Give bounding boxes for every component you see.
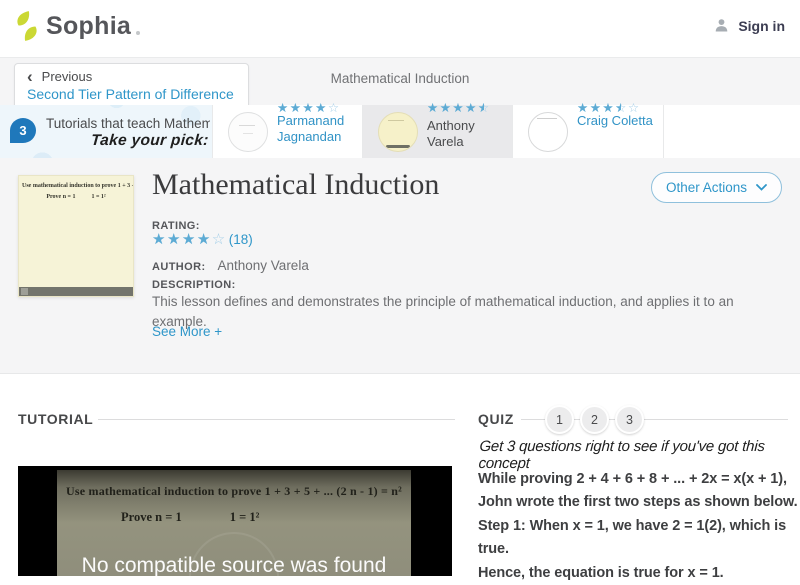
user-icon [713, 17, 730, 34]
avatar [228, 112, 268, 152]
description-label: DESCRIPTION: [152, 279, 236, 291]
tutorial-divider-line [98, 419, 455, 420]
lesson-navbar: ‹ Previous Second Tier Pattern of Differ… [0, 57, 800, 110]
quiz-question-line: Step 1: When x = 1, we have 2 = 1(2), wh… [478, 517, 787, 558]
author-label: AUTHOR: [152, 261, 206, 273]
tutorial-section-heading: TUTORIAL [18, 411, 94, 427]
tutorial-video-player[interactable]: Use mathematical induction to prove 1 + … [18, 466, 452, 576]
sign-in-button[interactable]: Sign in [713, 17, 785, 34]
page-header: Sophia Sign in [0, 0, 800, 57]
thumbnail-math-line1: Use mathematical induction to prove 1 + … [22, 183, 134, 189]
thumbnail-math-line2-right: 1 = 1² [91, 194, 106, 200]
avatar [528, 112, 568, 152]
chevron-down-icon [756, 184, 767, 191]
quiz-section-heading: QUIZ [478, 411, 514, 427]
quiz-tagline: Get 3 questions right to see if you've g… [478, 438, 766, 472]
video-math-line2-left: Prove n = 1 [121, 510, 182, 524]
star-rating: ☆☆☆☆☆★★★★★ [427, 101, 491, 115]
thumbnail-scrubber-handle [21, 288, 28, 295]
quiz-question: While proving 2 + 4 + 6 + 8 + ... + 2x =… [478, 468, 800, 585]
picker-heading: Tutorials that teach Mathematic [46, 116, 210, 131]
other-actions-button[interactable]: Other Actions [650, 172, 782, 203]
video-math-line1: Use mathematical induction to prove 1 + … [66, 484, 402, 498]
tutor-name: Anthony Varela [427, 118, 475, 150]
quiz-step-3: 3 [615, 405, 644, 434]
description-text: This lesson defines and demonstrates the… [152, 294, 734, 329]
tutor-picker-bar: 3 Tutorials that teach Mathematic Take y… [0, 101, 800, 159]
thumbnail-scrubber-bar [19, 287, 133, 296]
avatar [378, 112, 418, 152]
navbar-title: Mathematical Induction [330, 71, 470, 86]
sophia-logo[interactable]: Sophia [13, 10, 141, 42]
sophia-logo-text: Sophia [46, 11, 132, 40]
tutor-card-craig-coletta[interactable]: Craig Coletta ☆☆☆☆☆★★★★★ [512, 101, 664, 158]
quiz-step-1: 1 [545, 405, 574, 434]
other-actions-label: Other Actions [665, 180, 747, 195]
rating-count-link[interactable]: (18) [229, 232, 253, 247]
logo-trademark-dot [136, 31, 141, 35]
picker-tagline: Take your pick: [90, 132, 210, 149]
sign-in-label: Sign in [738, 17, 785, 34]
author-name: Anthony Varela [217, 258, 309, 273]
lesson-summary-panel: Use mathematical induction to prove 1 + … [0, 158, 800, 374]
lesson-star-rating: ☆☆☆☆☆★★★★★ [152, 231, 227, 248]
tutor-card-anthony-varela-selected[interactable]: Anthony Varela ☆☆☆☆☆★★★★★ [362, 101, 513, 158]
quiz-step-2: 2 [580, 405, 609, 434]
lesson-thumbnail[interactable]: Use mathematical induction to prove 1 + … [18, 175, 134, 297]
video-math-line2-right: 1 = 1² [229, 510, 260, 524]
see-more-link[interactable]: See More + [152, 324, 222, 339]
tutor-name[interactable]: Craig Coletta [577, 113, 661, 129]
star-rating: ☆☆☆☆☆★★★★★ [277, 101, 341, 115]
thumbnail-math-line2-left: Prove n = 1 [46, 194, 76, 200]
star-rating: ☆☆☆☆☆★★★★★ [577, 101, 641, 115]
previous-lesson-link[interactable]: Second Tier Pattern of Difference [27, 86, 234, 102]
quiz-question-line: While proving 2 + 4 + 6 + 8 + ... + 2x =… [478, 471, 798, 511]
video-frame: Use mathematical induction to prove 1 + … [57, 470, 411, 576]
quiz-question-line: Hence, the equation is true for x = 1. [478, 564, 724, 581]
sophia-logo-icon [13, 10, 41, 42]
picker-intro-panel: 3 Tutorials that teach Mathematic Take y… [0, 105, 212, 158]
page-title: Mathematical Induction [152, 168, 440, 201]
tutor-card-parmanand-jagnandan[interactable]: Parmanand Jagnandan ☆☆☆☆☆★★★★★ [212, 101, 363, 158]
video-error-message: No compatible source was found [81, 554, 387, 576]
tutor-name[interactable]: Parmanand Jagnandan [277, 113, 361, 146]
quiz-step-indicator: 1 2 3 [545, 405, 644, 434]
tutorial-count-badge: 3 [10, 118, 36, 143]
